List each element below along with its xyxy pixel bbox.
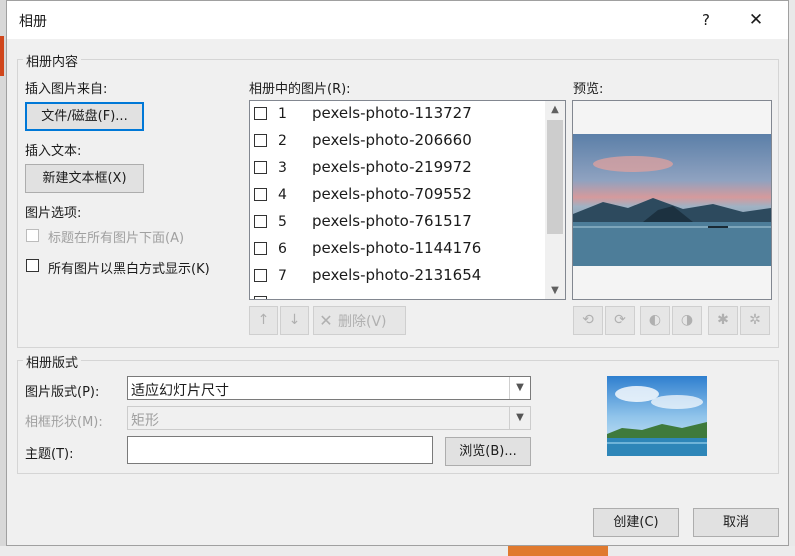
list-item-checkbox[interactable] <box>254 161 267 174</box>
list-item-checkbox[interactable] <box>254 107 267 120</box>
brightness-down-button[interactable]: ✲ <box>740 306 770 335</box>
close-button[interactable]: ✕ <box>743 8 769 32</box>
list-item-name: pexels-photo-761517 <box>312 212 472 230</box>
preview-label: 预览: <box>573 82 604 97</box>
list-item-number: 6 <box>278 241 287 257</box>
remove-button[interactable]: ✕ 删除(V) <box>313 306 406 335</box>
contrast-up-button[interactable]: ◐ <box>640 306 670 335</box>
list-item-number: 7 <box>278 268 287 284</box>
captions-below-checkbox[interactable] <box>26 229 39 242</box>
theme-input[interactable] <box>127 436 433 464</box>
list-item-name: pexels-photo-709552 <box>312 185 472 203</box>
background-accent-line <box>0 36 4 76</box>
list-item-checkbox[interactable] <box>254 296 267 299</box>
contrast-down-button[interactable]: ◑ <box>672 306 702 335</box>
insert-text-label: 插入文本: <box>25 144 82 159</box>
file-disk-button[interactable]: 文件/磁盘(F)... <box>25 102 144 131</box>
photo-album-dialog: 相册 ? ✕ 相册内容 插入图片来自: 文件/磁盘(F)... 插入文本: 新建… <box>6 0 789 546</box>
scroll-down-icon[interactable]: ▼ <box>545 282 565 299</box>
black-white-checkbox[interactable] <box>26 259 39 272</box>
album-content-group-label: 相册内容 <box>23 51 82 70</box>
list-item-number: 1 <box>278 106 287 122</box>
preview-pane <box>572 100 772 300</box>
list-item-name: pexels-photo-2131654 <box>312 266 482 284</box>
chevron-down-icon[interactable]: ▼ <box>509 407 530 429</box>
black-white-label: 所有图片以黑白方式显示(K) <box>48 262 210 277</box>
picture-layout-label: 图片版式(P): <box>25 385 100 400</box>
move-down-button[interactable]: ↓ <box>280 306 309 335</box>
chevron-down-icon[interactable]: ▼ <box>509 377 530 399</box>
list-item[interactable]: 7 pexels-photo-2131654 <box>250 263 540 290</box>
frame-shape-select[interactable]: 矩形 ▼ <box>127 406 531 430</box>
frame-shape-value: 矩形 <box>131 413 159 429</box>
preview-image <box>573 134 771 266</box>
list-item[interactable]: 4 pexels-photo-709552 <box>250 182 540 209</box>
list-item[interactable]: 2 pexels-photo-206660 <box>250 128 540 155</box>
list-item-checkbox[interactable] <box>254 134 267 147</box>
scroll-thumb[interactable] <box>547 120 563 234</box>
new-textbox-button[interactable]: 新建文本框(X) <box>25 164 144 193</box>
rotate-right-button[interactable]: ⟳ <box>605 306 635 335</box>
layout-preview-image <box>607 376 707 456</box>
captions-below-label: 标题在所有图片下面(A) <box>48 231 185 246</box>
list-item-number: 5 <box>278 214 287 230</box>
list-item-number: 4 <box>278 187 287 203</box>
list-item[interactable]: 1 pexels-photo-113727 <box>250 101 540 128</box>
list-item[interactable]: 6 pexels-photo-1144176 <box>250 236 540 263</box>
list-scrollbar[interactable]: ▲ ▼ <box>545 101 565 299</box>
move-up-button[interactable]: ↑ <box>249 306 278 335</box>
frame-shape-label: 相框形状(M): <box>25 415 103 430</box>
list-item-name: pexels-photo-219972 <box>312 158 472 176</box>
list-item-checkbox[interactable] <box>254 215 267 228</box>
remove-button-label: 删除(V) <box>338 314 387 330</box>
picture-layout-select[interactable]: 适应幻灯片尺寸 ▼ <box>127 376 531 400</box>
brightness-up-button[interactable]: ✱ <box>708 306 738 335</box>
title-bar: 相册 ? ✕ <box>7 1 788 39</box>
theme-label: 主题(T): <box>25 447 74 462</box>
list-item-checkbox[interactable] <box>254 269 267 282</box>
browse-button[interactable]: 浏览(B)... <box>445 437 531 466</box>
picture-options-label: 图片选项: <box>25 206 82 221</box>
background-window-bottom <box>0 546 795 556</box>
delete-x-icon: ✕ <box>319 311 333 330</box>
list-item-name: pexels-photo-113727 <box>312 104 472 122</box>
scroll-up-icon[interactable]: ▲ <box>545 101 565 118</box>
list-item[interactable]: 5 pexels-photo-761517 <box>250 209 540 236</box>
list-item-name: pexels-photo-1144176 <box>312 239 482 257</box>
picture-layout-value: 适应幻灯片尺寸 <box>131 383 229 399</box>
pictures-in-album-label: 相册中的图片(R): <box>249 82 351 97</box>
list-item-checkbox[interactable] <box>254 188 267 201</box>
create-button[interactable]: 创建(C) <box>593 508 679 537</box>
insert-from-label: 插入图片来自: <box>25 82 108 97</box>
list-item-partial[interactable] <box>250 290 540 299</box>
pictures-listbox[interactable]: 1 pexels-photo-113727 2 pexels-photo-206… <box>249 100 566 300</box>
dialog-title: 相册 <box>19 14 47 30</box>
list-item[interactable]: 3 pexels-photo-219972 <box>250 155 540 182</box>
help-button[interactable]: ? <box>693 9 719 31</box>
cancel-button[interactable]: 取消 <box>693 508 779 537</box>
rotate-left-button[interactable]: ⟲ <box>573 306 603 335</box>
list-item-name: pexels-photo-206660 <box>312 131 472 149</box>
list-item-checkbox[interactable] <box>254 242 267 255</box>
list-item-number: 3 <box>278 160 287 176</box>
album-layout-group-label: 相册版式 <box>23 352 82 371</box>
list-item-number: 2 <box>278 133 287 149</box>
